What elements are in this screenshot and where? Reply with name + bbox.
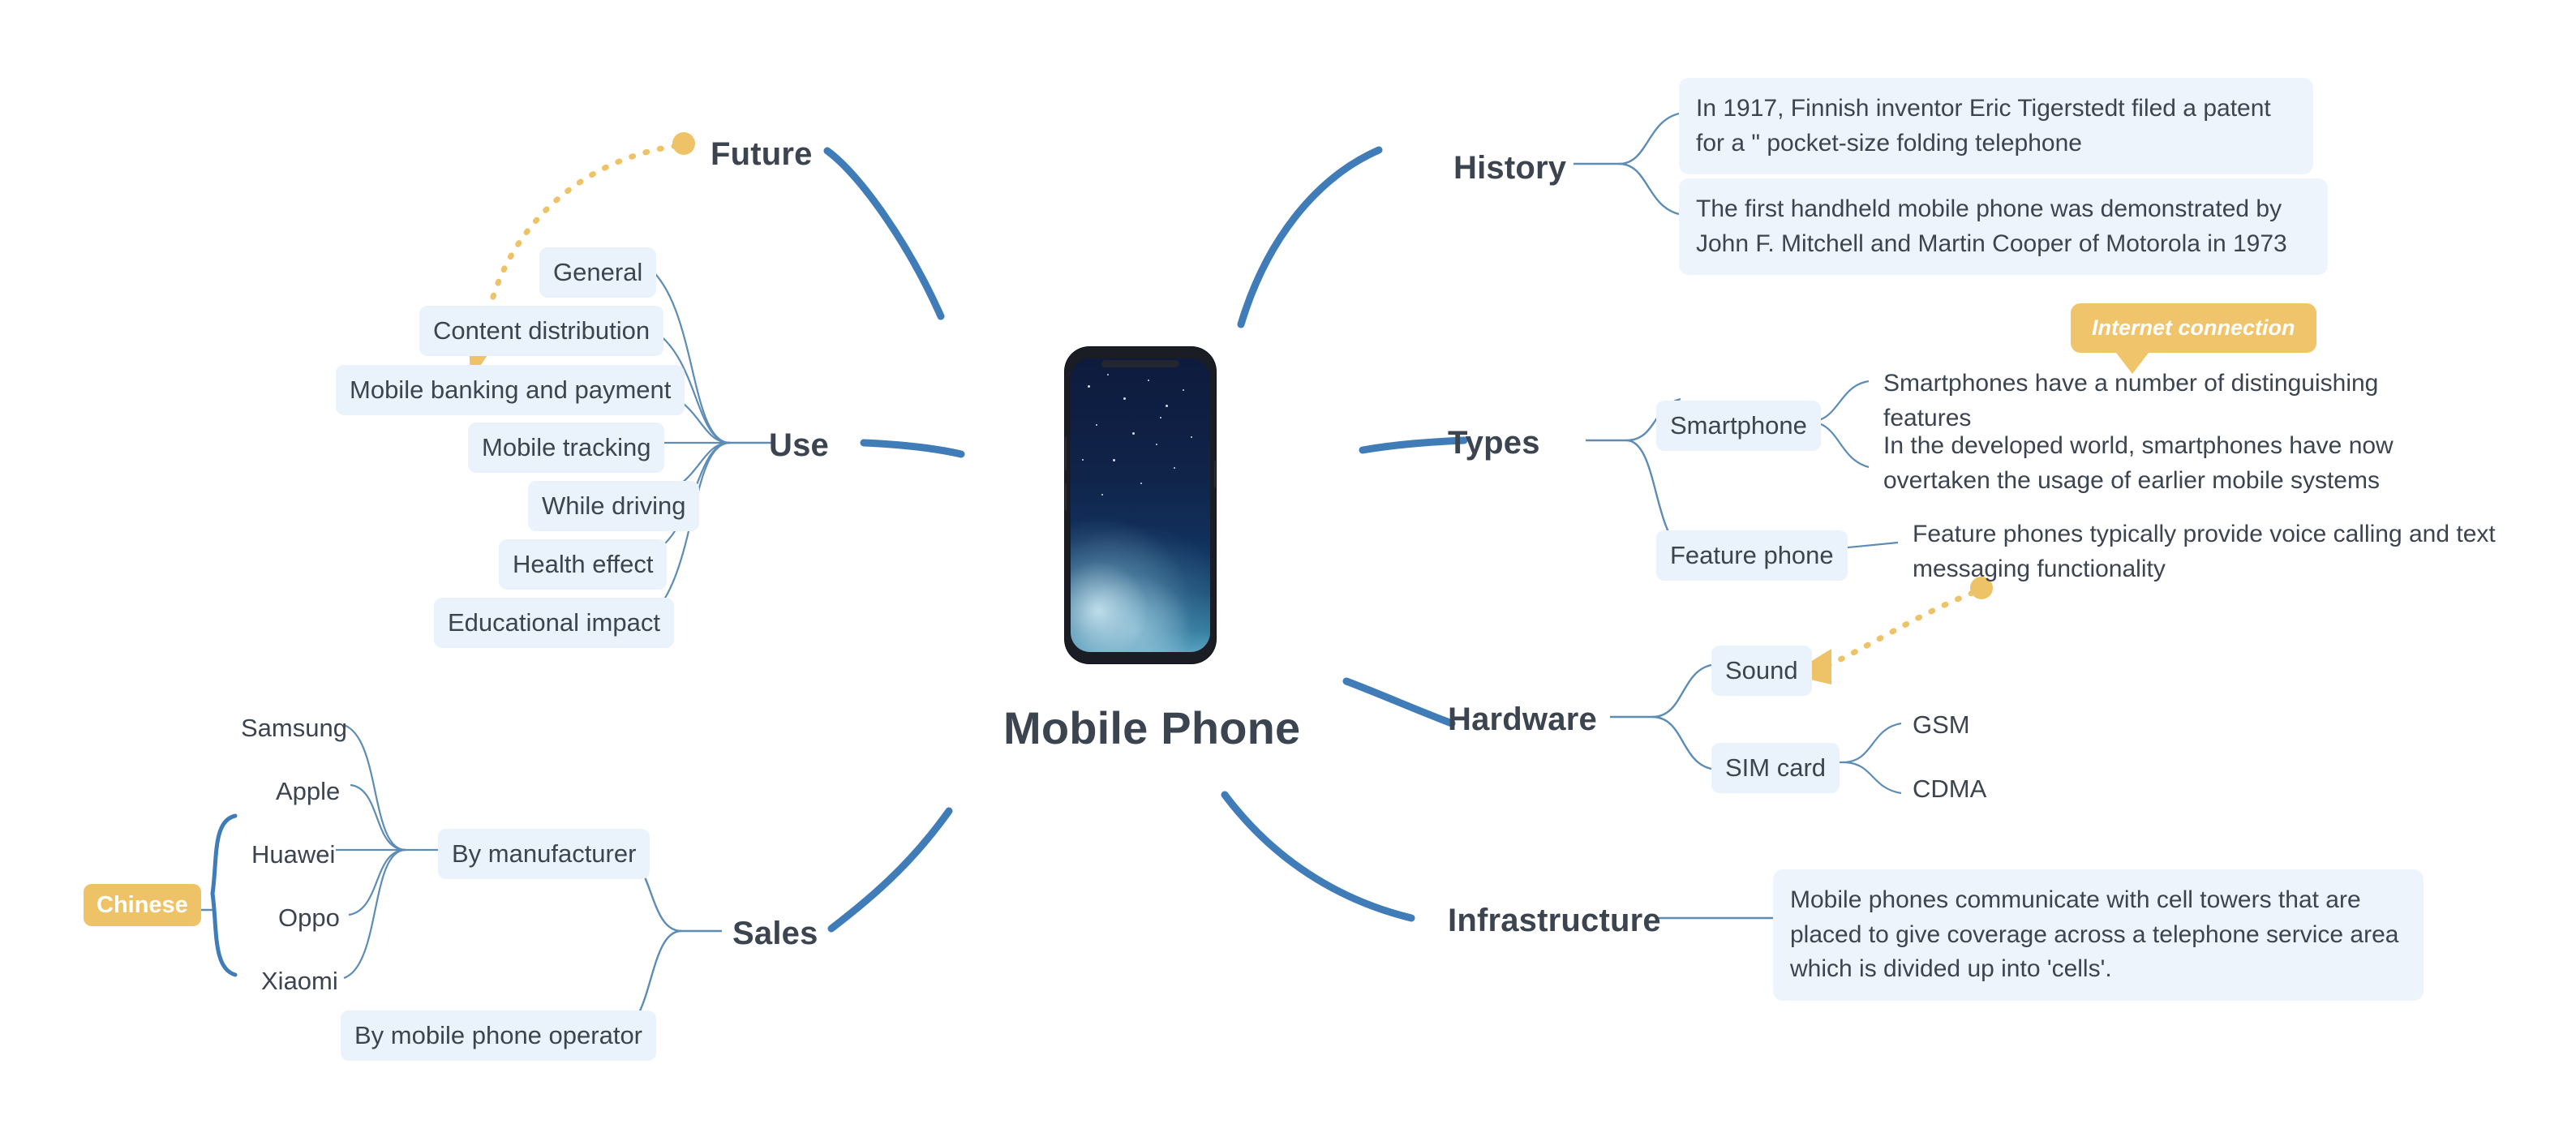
featurephone-detail-0[interactable]: Feature phones typically provide voice c…	[1913, 517, 2513, 586]
chinese-group-tag[interactable]: Chinese	[84, 884, 201, 926]
use-child-5[interactable]: Health effect	[499, 539, 668, 590]
brand-apple[interactable]: Apple	[276, 775, 340, 808]
hardware-child-simcard[interactable]: SIM card	[1711, 743, 1840, 793]
trunk-use	[860, 439, 965, 458]
dot-future-origin	[672, 132, 695, 155]
brand-oppo[interactable]: Oppo	[278, 902, 340, 934]
wire-manu-oppo	[348, 848, 406, 916]
phone-screen	[1071, 358, 1210, 652]
use-child-1[interactable]: Content distribution	[419, 306, 664, 356]
brand-huawei[interactable]: Huawei	[251, 839, 335, 871]
types-child-featurephone[interactable]: Feature phone	[1656, 530, 1848, 581]
wire-hardware-0	[1651, 663, 1712, 719]
phone-earpiece	[1101, 360, 1179, 367]
wire-history-1	[1618, 162, 1680, 216]
branch-label-infrastructure[interactable]: Infrastructure	[1448, 900, 1661, 942]
sim-detail-gsm[interactable]: GSM	[1913, 709, 1970, 741]
use-child-3[interactable]: Mobile tracking	[468, 423, 665, 473]
use-child-0[interactable]: General	[539, 247, 657, 298]
infrastructure-detail-0[interactable]: Mobile phones communicate with cell towe…	[1773, 869, 2424, 1001]
trunk-sales	[827, 807, 953, 933]
trunk-future	[823, 147, 945, 320]
trunk-hardware	[1342, 677, 1456, 727]
wire-manu-apple	[350, 783, 406, 852]
sales-child-operator[interactable]: By mobile phone operator	[341, 1010, 657, 1061]
hardware-child-sound[interactable]: Sound	[1711, 646, 1812, 696]
wire-hardware-1	[1651, 715, 1712, 770]
dotted-arrow-sound	[1822, 590, 1976, 670]
branch-label-types[interactable]: Types	[1448, 423, 1540, 464]
sim-detail-cdma[interactable]: CDMA	[1913, 773, 1986, 805]
trunk-infrastructure	[1221, 791, 1415, 922]
phone-bixby-button	[1065, 483, 1067, 511]
smartphone-detail-0[interactable]: Smartphones have a number of distinguish…	[1883, 367, 2467, 435]
smartphone-photo	[1065, 347, 1216, 663]
wire-manu-samsung	[343, 723, 406, 852]
branch-label-history[interactable]: History	[1453, 148, 1566, 189]
smartphone-detail-1[interactable]: In the developed world, smartphones have…	[1883, 429, 2484, 498]
types-child-smartphone[interactable]: Smartphone	[1656, 401, 1821, 451]
branch-label-use[interactable]: Use	[769, 425, 829, 466]
callout-tail	[2116, 352, 2149, 374]
brand-xiaomi[interactable]: Xiaomi	[261, 965, 338, 998]
wire-use-0	[648, 267, 731, 444]
chinese-group-tag-label: Chinese	[84, 884, 201, 926]
branch-label-hardware[interactable]: Hardware	[1448, 699, 1597, 740]
wire-history-0	[1618, 112, 1680, 165]
brand-samsung[interactable]: Samsung	[241, 712, 347, 744]
phone-volume-button	[1065, 436, 1067, 470]
center-title[interactable]: Mobile Phone	[1003, 699, 1300, 757]
branch-label-future[interactable]: Future	[711, 134, 813, 175]
use-child-2[interactable]: Mobile banking and payment	[336, 365, 685, 415]
sales-child-manufacturer[interactable]: By manufacturer	[438, 829, 650, 879]
phone-power-button	[1214, 461, 1216, 488]
wire-sim-gsm	[1842, 722, 1902, 764]
use-child-4[interactable]: While driving	[528, 481, 700, 531]
use-child-6[interactable]: Educational impact	[434, 598, 674, 648]
branch-label-sales[interactable]: Sales	[732, 913, 818, 955]
mindmap-canvas: Mobile Phone History In 1917, Finnish in…	[0, 0, 2576, 1137]
history-detail-0[interactable]: In 1917, Finnish inventor Eric Tigersted…	[1679, 78, 2313, 175]
brace-chinese	[210, 813, 238, 977]
internet-connection-callout-label: Internet connection	[2071, 303, 2316, 353]
wire-sim-cdma	[1842, 761, 1902, 795]
trunk-history	[1237, 146, 1383, 328]
internet-connection-callout[interactable]: Internet connection	[2071, 303, 2316, 374]
wire-manu-xiaomi	[343, 848, 406, 980]
starfield	[1071, 358, 1210, 552]
history-detail-1[interactable]: The first handheld mobile phone was demo…	[1679, 178, 2328, 276]
